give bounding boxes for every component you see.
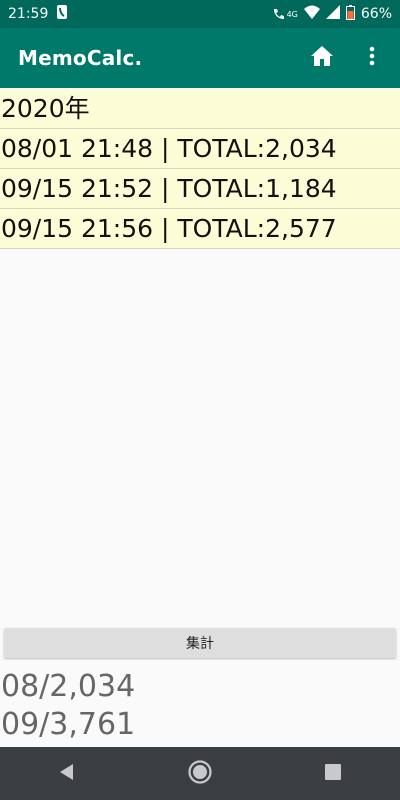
summary-results: 08/2,034 09/3,761 (1, 668, 399, 744)
result-line: 09/3,761 (1, 707, 136, 742)
nav-home-button[interactable] (170, 747, 230, 800)
cell-signal-icon (325, 5, 340, 23)
app-title: MemoCalc. (18, 46, 143, 70)
recents-icon (324, 763, 342, 785)
phone-handset-icon (56, 4, 68, 24)
list-item[interactable]: 09/15 21:56 | TOTAL:2,577 (0, 209, 400, 249)
back-icon (58, 763, 76, 785)
nav-back-button[interactable] (37, 747, 97, 800)
app-actions (302, 28, 392, 88)
wifi-call-icon: 4G (272, 7, 298, 21)
overflow-menu-button[interactable] (352, 38, 392, 78)
app-bar: MemoCalc. (0, 28, 400, 88)
home-button[interactable] (302, 38, 342, 78)
memo-list: 2020年 08/01 21:48 | TOTAL:2,034 09/15 21… (0, 89, 400, 249)
result-line: 08/2,034 (1, 669, 136, 704)
system-nav-bar (0, 747, 400, 800)
status-bar: 21:59 4G 66% (0, 0, 400, 28)
status-right: 4G 66% (272, 4, 392, 24)
home-icon (310, 45, 334, 71)
home-circle-icon (187, 759, 213, 789)
summary-button[interactable]: 集計 (4, 628, 396, 658)
summary-button-label: 集計 (186, 636, 214, 652)
list-item[interactable]: 09/15 21:52 | TOTAL:1,184 (0, 169, 400, 209)
overflow-menu-icon (369, 46, 375, 70)
list-item[interactable]: 08/01 21:48 | TOTAL:2,034 (0, 129, 400, 169)
network-type: 4G (286, 9, 298, 19)
year-header[interactable]: 2020年 (0, 89, 400, 129)
status-time: 21:59 (8, 6, 49, 22)
wifi-icon (303, 5, 320, 23)
status-left: 21:59 (8, 4, 68, 24)
battery-icon (345, 4, 355, 24)
nav-recents-button[interactable] (303, 747, 363, 800)
battery-percent: 66% (360, 6, 392, 22)
